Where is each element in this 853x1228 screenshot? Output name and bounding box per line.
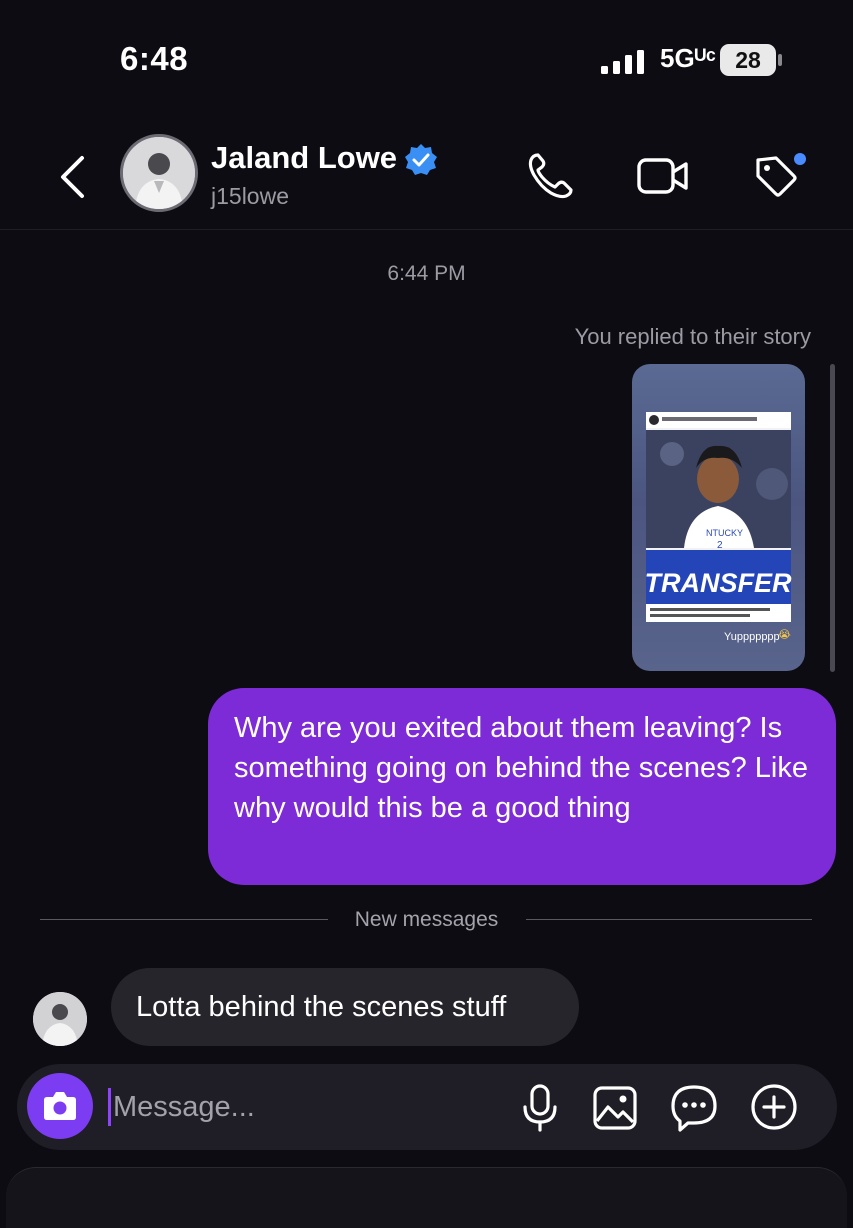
contact-username[interactable]: j15lowe xyxy=(211,183,289,210)
sent-message-text: Why are you exited about them leaving? I… xyxy=(234,712,808,824)
message-input[interactable] xyxy=(113,1084,493,1130)
contact-name[interactable]: Jaland Lowe xyxy=(211,140,397,176)
keyboard-edge xyxy=(6,1167,847,1228)
camera-icon xyxy=(44,1092,76,1120)
story-reaction: Yuppppppp xyxy=(724,631,780,643)
sender-avatar[interactable] xyxy=(33,992,87,1046)
sticker-button[interactable] xyxy=(668,1083,720,1133)
reaction-emoji: 😭 xyxy=(778,628,791,641)
new-messages-divider-right xyxy=(526,919,812,920)
signal-icon xyxy=(601,50,644,74)
battery-level: 28 xyxy=(735,47,761,73)
scrollbar[interactable] xyxy=(830,364,835,672)
avatar[interactable] xyxy=(120,134,198,212)
story-headline: TRANSFER xyxy=(645,568,792,598)
story-image: NTUCKY 2 TRANSFER Yuppppppp 😭 xyxy=(645,412,792,643)
received-message-text: Lotta behind the scenes stuff xyxy=(136,991,507,1023)
tag-button[interactable] xyxy=(752,150,808,200)
status-time: 6:48 xyxy=(120,40,189,77)
header-divider xyxy=(0,229,853,230)
jersey-text: NTUCKY xyxy=(706,528,743,538)
video-call-button[interactable] xyxy=(636,156,690,196)
camera-button[interactable] xyxy=(27,1073,93,1139)
gallery-button[interactable] xyxy=(592,1085,638,1131)
text-cursor xyxy=(108,1088,111,1126)
mic-button[interactable] xyxy=(520,1083,560,1133)
avatar-photo xyxy=(123,137,195,209)
call-button[interactable] xyxy=(524,150,576,202)
plus-button[interactable] xyxy=(750,1083,798,1131)
jersey-number: 2 xyxy=(717,540,723,551)
received-message[interactable]: Lotta behind the scenes stuff xyxy=(111,968,579,1046)
network-label: 5Gᵁᶜ xyxy=(660,43,716,73)
thread-timestamp: 6:44 PM xyxy=(387,262,466,285)
sent-message[interactable]: Why are you exited about them leaving? I… xyxy=(208,688,836,885)
sender-avatar-photo xyxy=(33,992,87,1046)
back-button[interactable] xyxy=(56,154,90,200)
new-messages-label: New messages xyxy=(354,908,499,931)
story-preview[interactable]: NTUCKY 2 TRANSFER Yuppppppp 😭 xyxy=(632,364,805,671)
verified-icon xyxy=(405,144,437,175)
story-reply-caption: You replied to their story xyxy=(574,324,811,349)
notification-dot xyxy=(794,153,806,165)
